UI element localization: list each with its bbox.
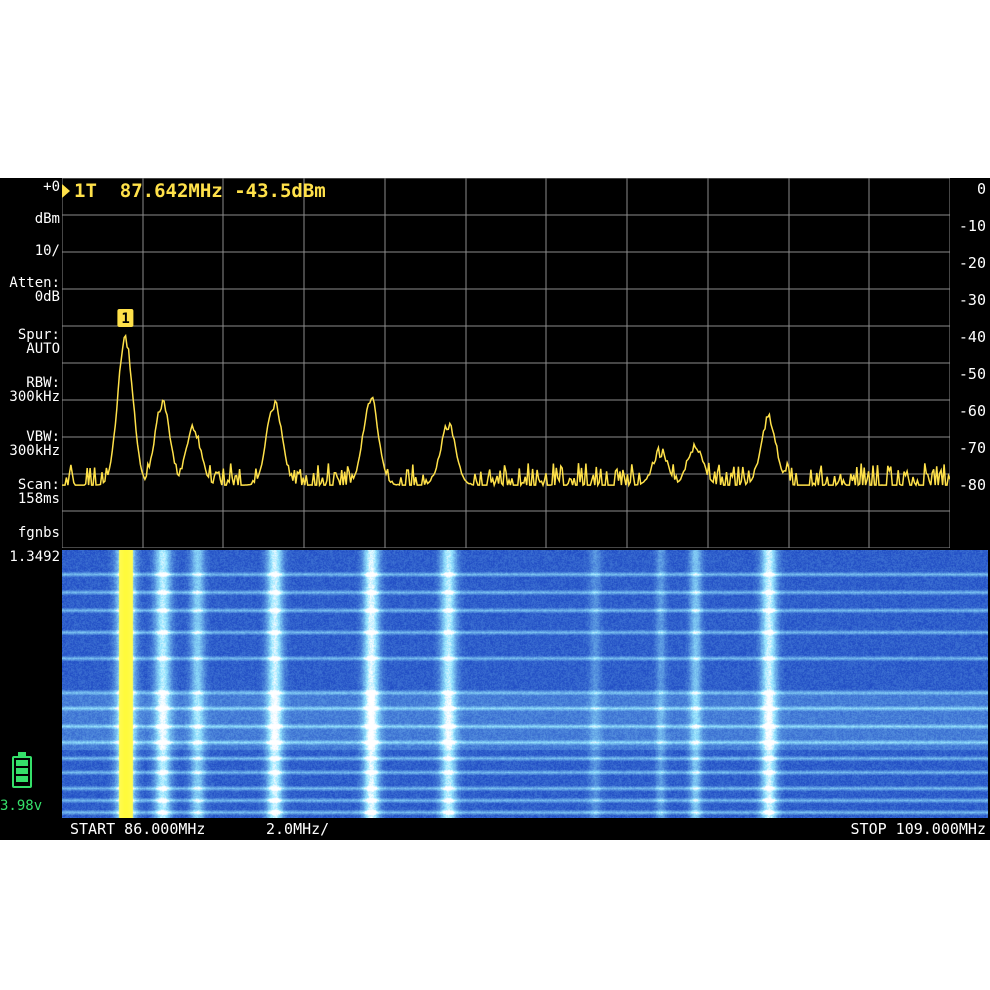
ref-level-label: +0 (43, 179, 60, 195)
mode-label: fgnbs (17, 525, 60, 541)
marker-1-tag: 1 (121, 311, 129, 327)
atten-label: Atten: (9, 275, 60, 291)
scale-label: 10/ (34, 243, 60, 259)
start-frequency: START 86.000MHz (70, 820, 206, 838)
frequency-per-division: 2.0MHz/ (266, 820, 330, 838)
spur-label: Spur: (17, 327, 60, 343)
y-axis-tick-label: -20 (958, 254, 986, 272)
marker-readout[interactable]: 1T 87.642MHz -43.5dBm (74, 180, 326, 202)
vbw-value: 300kHz (9, 443, 60, 459)
plot-grid (62, 178, 950, 548)
y-axis-tick-label: -40 (958, 328, 986, 346)
marker-frequency: 87.642MHz (119, 180, 223, 202)
y-axis-tick-label: -80 (958, 476, 986, 494)
spectrum-trace (62, 333, 950, 488)
y-axis-tick-label: -70 (958, 439, 986, 457)
battery-voltage: 3.98v (0, 798, 43, 814)
y-axis-tick-label: -60 (958, 402, 986, 420)
marker-label: 1T (74, 180, 97, 202)
rbw-label: RBW: (26, 375, 60, 391)
waterfall-display (62, 550, 988, 818)
unit-label: dBm (34, 211, 60, 227)
scan-value: 158ms (17, 491, 60, 507)
y-axis-tick-label: -10 (958, 217, 986, 235)
y-axis-tick-label: 0 (976, 180, 986, 198)
spur-value: AUTO (26, 341, 60, 357)
marker-arrow-icon (62, 184, 70, 198)
rbw-value: 300kHz (9, 389, 60, 405)
marker-1-flag: 1 (117, 308, 134, 327)
atten-value: 0dB (34, 289, 60, 305)
vbw-label: VBW: (26, 429, 60, 445)
mode-value: 1.3492 (9, 549, 60, 565)
spectrum-analyzer-screen: +0 dBm 10/ Atten: 0dB Spur: AUTO RBW: 30… (0, 178, 990, 840)
battery-icon (12, 752, 32, 788)
marker-level: -43.5dBm (234, 180, 326, 202)
spectrum-plot: 1 (62, 178, 950, 548)
scan-label: Scan: (17, 477, 60, 493)
stop-frequency: STOP 109.000MHz (850, 820, 986, 838)
y-axis-tick-label: -50 (958, 365, 986, 383)
y-axis-tick-label: -30 (958, 291, 986, 309)
